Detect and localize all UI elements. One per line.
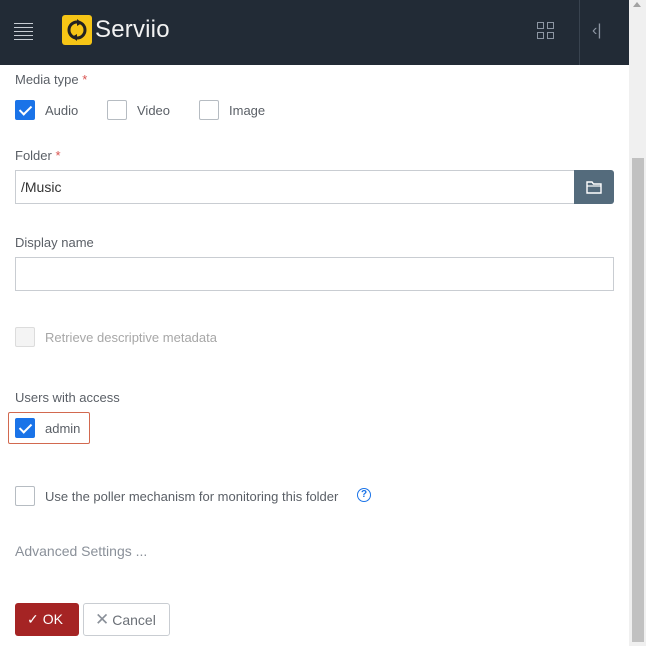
- menu-icon[interactable]: [14, 23, 33, 40]
- collapse-panel-icon[interactable]: ‹|: [592, 20, 612, 42]
- header-divider: [579, 0, 580, 65]
- scroll-up-arrow-icon[interactable]: [633, 2, 641, 7]
- media-type-label-text: Media type: [15, 72, 79, 87]
- folder-icon: [586, 181, 602, 194]
- required-mark: *: [55, 148, 61, 163]
- folder-label: Folder *: [15, 148, 61, 163]
- admin-checkbox[interactable]: [15, 418, 35, 438]
- retrieve-metadata-checkbox[interactable]: [15, 327, 35, 347]
- advanced-settings-link[interactable]: Advanced Settings ...: [15, 543, 147, 559]
- image-label: Image: [229, 103, 266, 118]
- serviio-logo-icon: [62, 15, 92, 45]
- brand-name: Serviio: [95, 16, 170, 43]
- video-checkbox[interactable]: [107, 100, 127, 120]
- cancel-label: Cancel: [112, 612, 156, 628]
- top-bar: Serviio ‹|: [0, 0, 629, 65]
- display-name-input[interactable]: [15, 257, 614, 291]
- audio-checkbox[interactable]: [15, 100, 35, 120]
- grid-view-icon[interactable]: [537, 22, 555, 40]
- help-icon[interactable]: ?: [357, 488, 371, 502]
- audio-label: Audio: [45, 103, 79, 118]
- video-label: Video: [137, 103, 171, 118]
- ok-button[interactable]: ✓ OK: [15, 603, 79, 636]
- folder-label-text: Folder: [15, 148, 52, 163]
- display-name-label: Display name: [15, 235, 94, 250]
- browse-folder-button[interactable]: [574, 170, 614, 204]
- scrollbar-thumb[interactable]: [632, 158, 644, 642]
- image-checkbox[interactable]: [199, 100, 219, 120]
- folder-input[interactable]: [15, 170, 575, 204]
- ok-label: OK: [42, 611, 63, 627]
- poller-label: Use the poller mechanism for monitoring …: [45, 489, 339, 504]
- users-access-label: Users with access: [15, 390, 120, 405]
- required-mark: *: [82, 72, 88, 87]
- admin-label: admin: [45, 421, 81, 436]
- retrieve-metadata-label: Retrieve descriptive metadata: [45, 330, 217, 345]
- media-type-label: Media type *: [15, 72, 87, 87]
- close-icon: ✕: [95, 610, 110, 629]
- cancel-button[interactable]: ✕ Cancel: [83, 603, 170, 636]
- check-icon: ✓: [27, 611, 39, 627]
- poller-checkbox[interactable]: [15, 486, 35, 506]
